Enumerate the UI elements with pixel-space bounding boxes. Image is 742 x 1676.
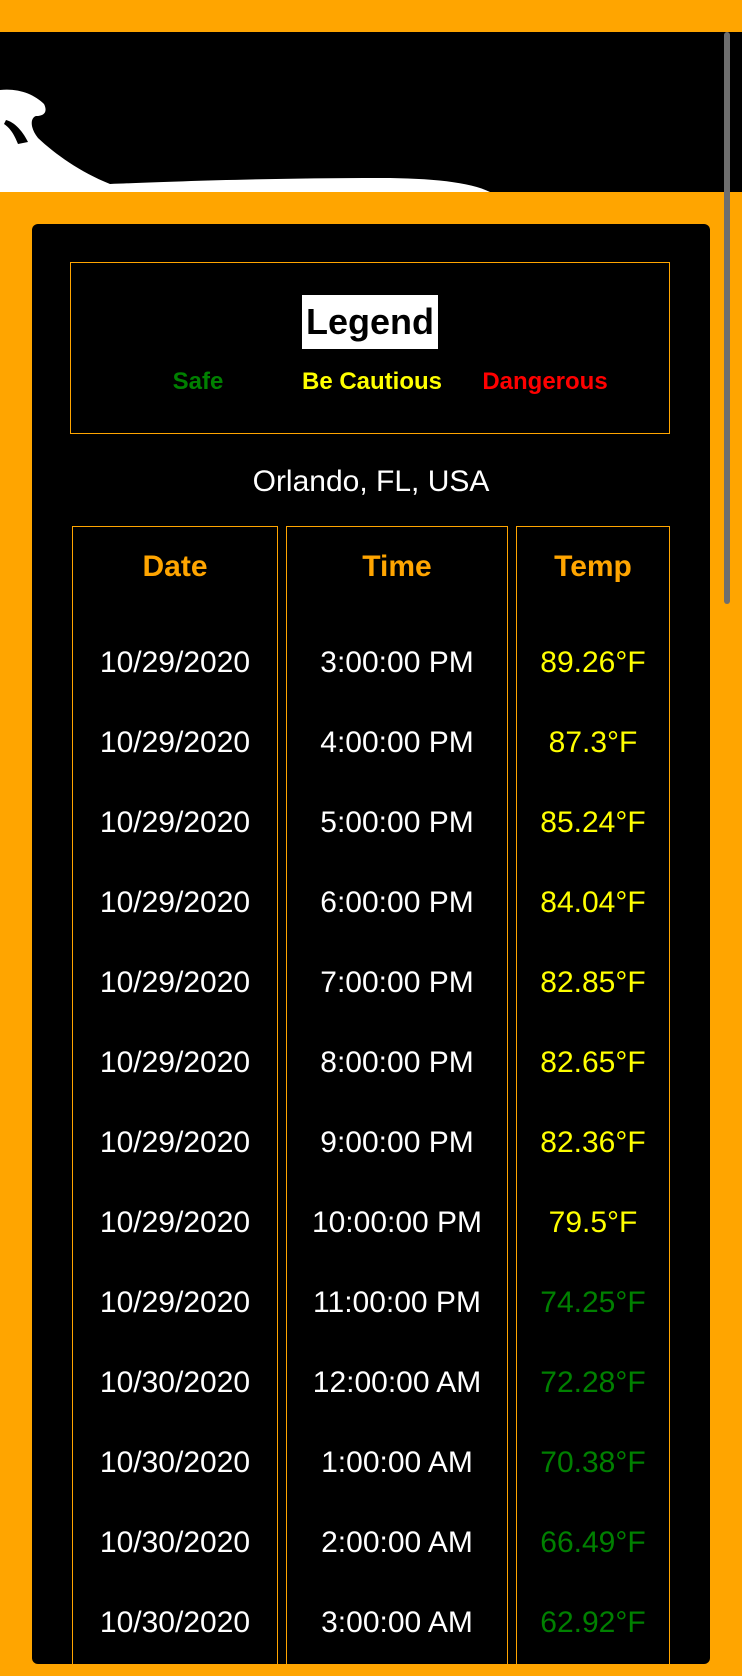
time-cell: 7:00:00 PM — [320, 966, 474, 999]
legend-item-dangerous: Dangerous — [482, 368, 608, 395]
temp-cell: 82.85°F — [540, 966, 646, 999]
temp-cell: 74.25°F — [540, 1286, 646, 1319]
date-cell: 10/29/2020 — [99, 1046, 251, 1079]
banner-graphic — [0, 89, 490, 192]
date-cell: 10/30/2020 — [99, 1526, 251, 1559]
header-banner — [0, 32, 742, 192]
time-column: Time 3:00:00 PM 4:00:00 PM 5:00:00 PM 6:00:… — [286, 526, 508, 1676]
temp-cell: 72.28°F — [540, 1366, 646, 1399]
temp-cell: 82.36°F — [540, 1126, 646, 1159]
legend-item-be-cautious: Be Cautious — [301, 368, 443, 395]
time-cell: 5:00:00 PM — [320, 806, 474, 839]
location-label: Orlando, FL, USA — [252, 465, 490, 498]
page-scrollbar[interactable] — [724, 32, 730, 604]
time-cell: 1:00:00 AM — [321, 1446, 473, 1479]
date-cell: 10/29/2020 — [99, 726, 251, 759]
forecast-card: Legend Safe Be Cautious Dangerous Orland… — [32, 224, 710, 1676]
time-cell: 6:00:00 PM — [320, 886, 474, 919]
time-cell: 9:00:00 PM — [320, 1126, 474, 1159]
temp-cell: 79.5°F — [548, 1206, 638, 1239]
legend-item-safe: Safe — [172, 368, 224, 395]
date-cell: 10/30/2020 — [99, 1446, 251, 1479]
date-cell: 10/29/2020 — [99, 806, 251, 839]
temp-cell: 82.65°F — [540, 1046, 646, 1079]
temp-header: Temp — [554, 550, 632, 583]
date-cell: 10/29/2020 — [99, 1206, 251, 1239]
time-cell: 4:00:00 PM — [320, 726, 474, 759]
time-header: Time — [362, 550, 432, 583]
time-cell: 3:00:00 PM — [320, 646, 474, 679]
date-cell: 10/30/2020 — [99, 1606, 251, 1639]
temp-cell: 87.3°F — [548, 726, 638, 759]
date-cell: 10/29/2020 — [99, 1126, 251, 1159]
legend-title: Legend — [301, 295, 439, 349]
temp-cell: 66.49°F — [540, 1526, 646, 1559]
time-cell: 2:00:00 AM — [321, 1526, 473, 1559]
time-cell: 12:00:00 AM — [312, 1366, 482, 1399]
temp-cell: 85.24°F — [540, 806, 646, 839]
date-cell: 10/29/2020 — [99, 966, 251, 999]
legend-box: Legend Safe Be Cautious Dangerous — [70, 262, 670, 434]
time-cell: 11:00:00 PM — [313, 1286, 481, 1319]
time-cell: 3:00:00 AM — [321, 1606, 473, 1639]
temp-column: Temp 89.26°F 87.3°F 85.24°F 84.04°F 82.85°F 8… — [516, 526, 670, 1676]
date-cell: 10/29/2020 — [99, 1286, 251, 1319]
date-cell: 10/30/2020 — [99, 1366, 251, 1399]
temp-cell: 89.26°F — [540, 646, 646, 679]
date-header: Date — [142, 550, 208, 583]
temp-cell: 84.04°F — [540, 886, 646, 919]
temp-cell: 62.92°F — [540, 1606, 646, 1639]
date-cell: 10/29/2020 — [99, 646, 251, 679]
time-cell: 8:00:00 PM — [320, 1046, 474, 1079]
date-cell: 10/29/2020 — [99, 886, 251, 919]
temp-cell: 70.38°F — [540, 1446, 646, 1479]
date-column: Date 10/29/2020 10/29/2020 10/29/2020 10/29… — [72, 526, 278, 1676]
time-cell: 10:00:00 PM — [311, 1206, 483, 1239]
